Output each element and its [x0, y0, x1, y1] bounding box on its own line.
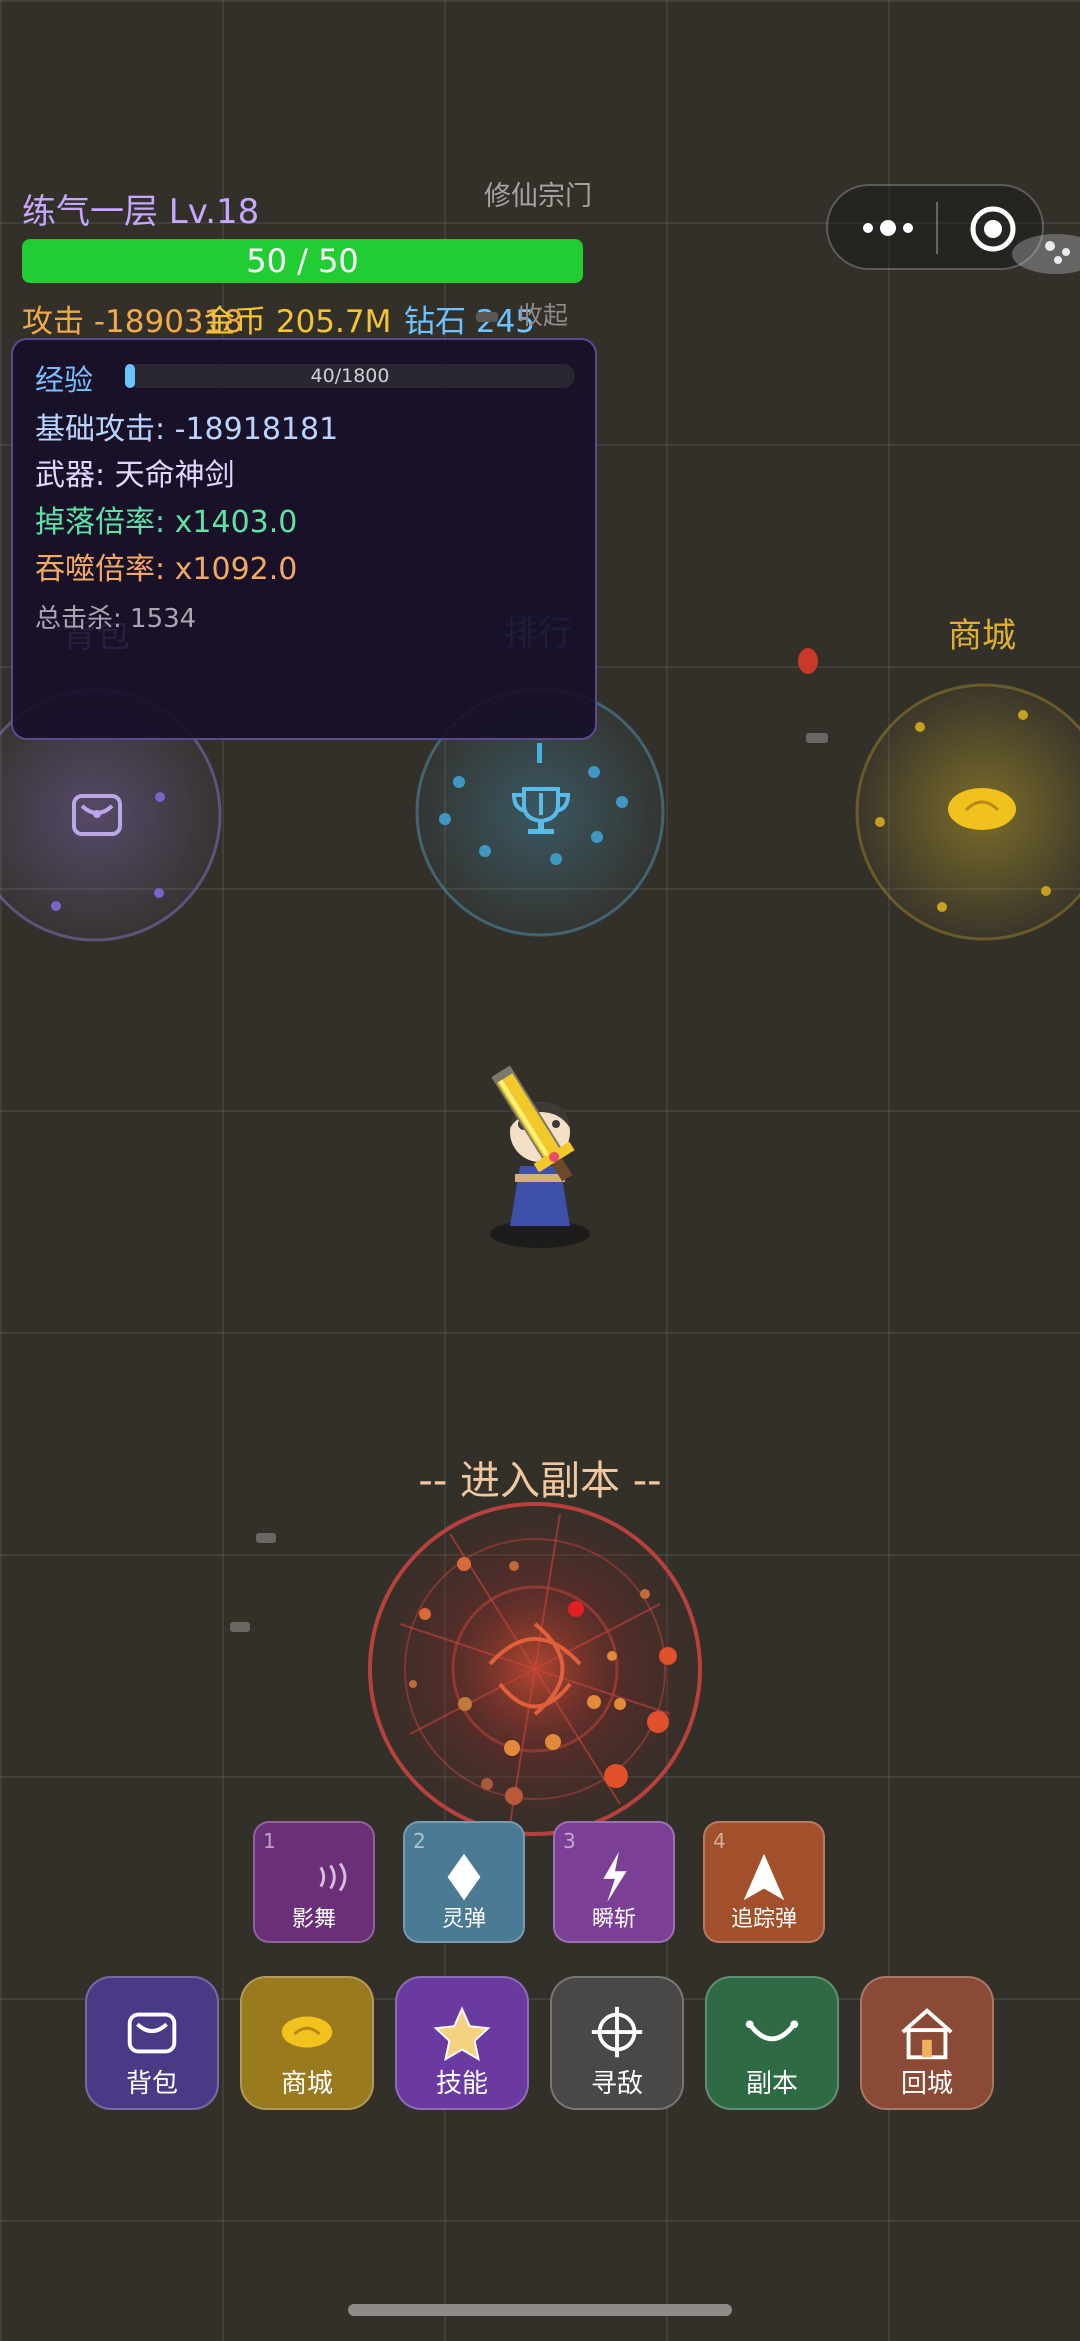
menu-label: 商城 — [280, 2069, 333, 2099]
flying-orb — [1012, 234, 1080, 274]
skill-button-2[interactable]: 2 灵弹 — [403, 1821, 525, 1943]
menu-label: 寻敌 — [590, 2069, 643, 2099]
lightning-icon — [555, 1849, 673, 1905]
crosshair-icon — [552, 2004, 682, 2064]
more-icon[interactable] — [858, 210, 918, 246]
skill-label: 影舞 — [291, 1907, 336, 1932]
skill-label: 瞬斩 — [591, 1907, 636, 1932]
capsule-divider — [936, 202, 938, 254]
coin-icon — [948, 788, 1016, 830]
bag-icon — [87, 2004, 217, 2064]
exp-label: 经验 — [35, 363, 94, 397]
menu-label: 背包 — [125, 2069, 178, 2099]
home-indicator — [348, 2304, 732, 2316]
bag-icon — [72, 794, 122, 836]
trophy-icon — [511, 787, 571, 834]
devour-rate: 吞噬倍率: x1092.0 — [35, 552, 298, 587]
star-icon — [397, 2004, 527, 2064]
debris — [256, 1533, 276, 1543]
home-icon — [862, 2004, 992, 2064]
portal-icon — [707, 2004, 837, 2064]
menu-button-6[interactable]: 回城 — [860, 1976, 994, 2110]
exp-bar: 40/1800 — [125, 364, 575, 388]
menu-button-4[interactable]: 寻敌 — [550, 1976, 684, 2110]
hp-text: 50 / 50 — [246, 242, 359, 280]
base-attack: 基础攻击: -18918181 — [35, 412, 339, 447]
skill-button-3[interactable]: 3 瞬斩 — [553, 1821, 675, 1943]
skill-label: 追踪弹 — [730, 1907, 797, 1932]
menu-label: 回城 — [900, 2069, 953, 2099]
collapse-label: 收起 — [518, 301, 569, 330]
menu-button-2[interactable]: 商城 — [240, 1976, 374, 2110]
player-character[interactable] — [480, 1066, 610, 1254]
stats-panel: 经验 40/1800 基础攻击: -18918181 武器: 天命神剑 掉落倍率… — [11, 338, 597, 740]
coin-icon — [242, 2004, 372, 2064]
arrow-icon — [705, 1849, 823, 1905]
skill-button-1[interactable]: 1 影舞 — [253, 1821, 375, 1943]
dungeon-portal[interactable] — [360, 1494, 710, 1844]
red-orb — [798, 648, 818, 674]
drop-rate: 掉落倍率: x1403.0 — [35, 505, 298, 540]
collapse-toggle[interactable]: 收起 — [476, 296, 568, 332]
skill-label: 灵弹 — [441, 1907, 486, 1932]
skill-button-4[interactable]: 4 追踪弹 — [703, 1821, 825, 1943]
shop-portal-label: 商城 — [948, 616, 1016, 656]
total-kills: 总击杀: 1534 — [35, 604, 197, 634]
wave-icon — [255, 1849, 373, 1905]
weapon: 武器: 天命神剑 — [35, 458, 235, 493]
gold-stat: 金币 205.7M — [204, 304, 392, 340]
diamond-icon — [405, 1849, 523, 1905]
menu-button-3[interactable]: 技能 — [395, 1976, 529, 2110]
menu-button-1[interactable]: 背包 — [85, 1976, 219, 2110]
player-level: 练气一层 Lv.18 — [22, 192, 260, 232]
menu-button-5[interactable]: 副本 — [705, 1976, 839, 2110]
menu-label: 副本 — [745, 2069, 798, 2099]
exp-text: 40/1800 — [310, 365, 390, 387]
menu-label: 技能 — [435, 2069, 488, 2099]
sect-name: 修仙宗门 — [484, 181, 592, 212]
debris — [230, 1622, 250, 1632]
debris — [806, 733, 828, 743]
collapse-icon — [476, 312, 498, 322]
hp-bar: 50 / 50 — [22, 239, 583, 283]
